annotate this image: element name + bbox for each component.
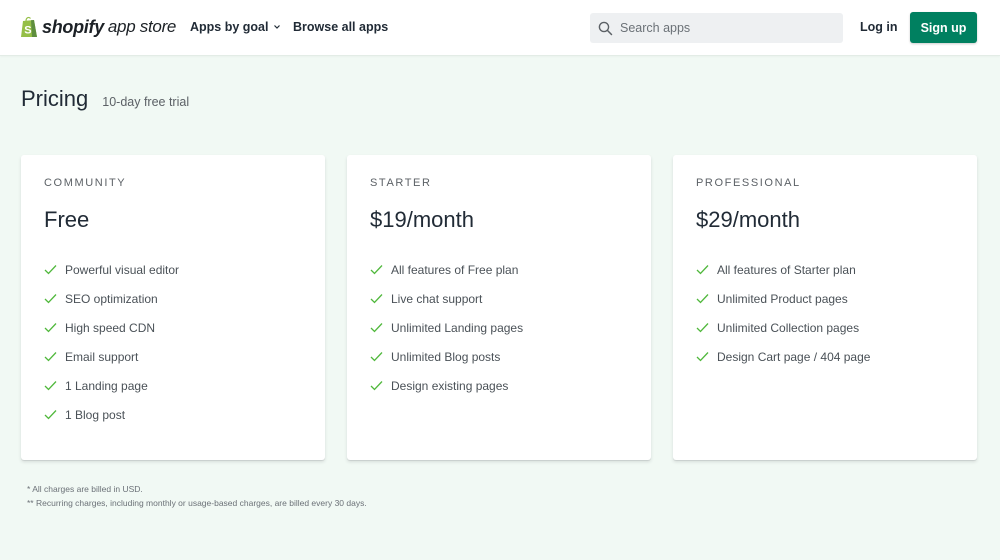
- plan-name: COMMUNITY: [44, 177, 127, 189]
- page-title: Pricing: [21, 86, 89, 111]
- feature-item: High speed CDN: [44, 313, 303, 342]
- plan-card-community: COMMUNITY Free Powerful visual editor SE…: [21, 155, 325, 460]
- feature-text: Design Cart page / 404 page: [717, 349, 871, 364]
- feature-text: SEO optimization: [65, 291, 158, 306]
- feature-item: Unlimited Landing pages: [370, 313, 629, 342]
- feature-text: Powerful visual editor: [65, 262, 180, 277]
- feature-text: All features of Free plan: [391, 262, 519, 277]
- footnote-recurring: ** Recurring charges, including monthly …: [27, 498, 367, 508]
- feature-item: SEO optimization: [44, 284, 303, 313]
- feature-item: 1 Landing page: [44, 371, 303, 400]
- checkmark-icon: [370, 265, 383, 275]
- feature-text: Unlimited Product pages: [717, 291, 848, 306]
- checkmark-icon: [696, 352, 709, 362]
- checkmark-icon: [696, 265, 709, 275]
- feature-text: Live chat support: [391, 291, 483, 306]
- checkmark-icon: [44, 323, 57, 333]
- feature-item: Live chat support: [370, 284, 629, 313]
- plan-name: STARTER: [370, 177, 432, 189]
- svg-text:S: S: [24, 25, 31, 37]
- plan-card-professional: PROFESSIONAL $29/month All features of S…: [673, 155, 977, 460]
- nav-apps-by-goal-label: Apps by goal: [190, 20, 269, 34]
- log-in-link[interactable]: Log in: [860, 20, 898, 34]
- checkmark-icon: [44, 381, 57, 391]
- plan-price: $29/month: [696, 207, 800, 232]
- feature-item: 1 Blog post: [44, 400, 303, 429]
- feature-item: Design existing pages: [370, 371, 629, 400]
- feature-text: Unlimited Collection pages: [717, 320, 860, 335]
- sign-up-button[interactable]: Sign up: [910, 12, 977, 43]
- plan-price: $19/month: [370, 207, 474, 232]
- checkmark-icon: [44, 265, 57, 275]
- checkmark-icon: [44, 352, 57, 362]
- feature-item: Design Cart page / 404 page: [696, 342, 955, 371]
- checkmark-icon: [370, 323, 383, 333]
- feature-text: High speed CDN: [65, 320, 156, 335]
- nav-browse-all-apps-label: Browse all apps: [293, 20, 389, 34]
- search-icon: [598, 21, 613, 35]
- plan-price: Free: [44, 207, 90, 232]
- feature-text: Email support: [65, 349, 139, 364]
- feature-item: Email support: [44, 342, 303, 371]
- feature-text: 1 Landing page: [65, 378, 148, 393]
- feature-item: All features of Starter plan: [696, 255, 955, 284]
- checkmark-icon: [370, 352, 383, 362]
- logo-brand-text: shopify: [42, 16, 104, 37]
- feature-text: 1 Blog post: [65, 407, 126, 422]
- billing-footnotes: * All charges are billed in USD. ** Recu…: [27, 482, 367, 510]
- nav-apps-by-goal[interactable]: Apps by goal: [190, 20, 281, 34]
- logo-suffix-text: app store: [107, 17, 177, 36]
- feature-list: All features of Free plan Live chat supp…: [370, 255, 629, 400]
- free-trial-label: 10-day free trial: [102, 95, 190, 109]
- feature-item: Unlimited Blog posts: [370, 342, 629, 371]
- search-bar[interactable]: [590, 13, 843, 43]
- feature-list: Powerful visual editor SEO optimization …: [44, 255, 303, 429]
- feature-text: Unlimited Landing pages: [391, 320, 524, 335]
- checkmark-icon: [44, 410, 57, 420]
- feature-item: All features of Free plan: [370, 255, 629, 284]
- checkmark-icon: [696, 323, 709, 333]
- shopify-bag-icon: S: [21, 16, 37, 37]
- feature-text: Unlimited Blog posts: [391, 349, 501, 364]
- nav-browse-all-apps[interactable]: Browse all apps: [293, 20, 388, 34]
- feature-item: Unlimited Product pages: [696, 284, 955, 313]
- plan-name: PROFESSIONAL: [696, 177, 801, 189]
- feature-text: All features of Starter plan: [717, 262, 856, 277]
- shopify-app-store-logo[interactable]: S shopify app store: [20, 14, 176, 40]
- checkmark-icon: [44, 294, 57, 304]
- checkmark-icon: [370, 294, 383, 304]
- search-input[interactable]: [620, 21, 830, 35]
- top-navigation-bar: S shopify app store Apps by goal Browse …: [0, 0, 1000, 56]
- feature-list: All features of Starter plan Unlimited P…: [696, 255, 955, 371]
- feature-item: Powerful visual editor: [44, 255, 303, 284]
- pricing-heading: Pricing 10-day free trial: [21, 86, 189, 112]
- chevron-down-icon: [274, 25, 281, 29]
- footnote-currency: * All charges are billed in USD.: [27, 484, 143, 494]
- checkmark-icon: [696, 294, 709, 304]
- checkmark-icon: [370, 381, 383, 391]
- feature-item: Unlimited Collection pages: [696, 313, 955, 342]
- feature-text: Design existing pages: [391, 378, 509, 393]
- plan-card-starter: STARTER $19/month All features of Free p…: [347, 155, 651, 460]
